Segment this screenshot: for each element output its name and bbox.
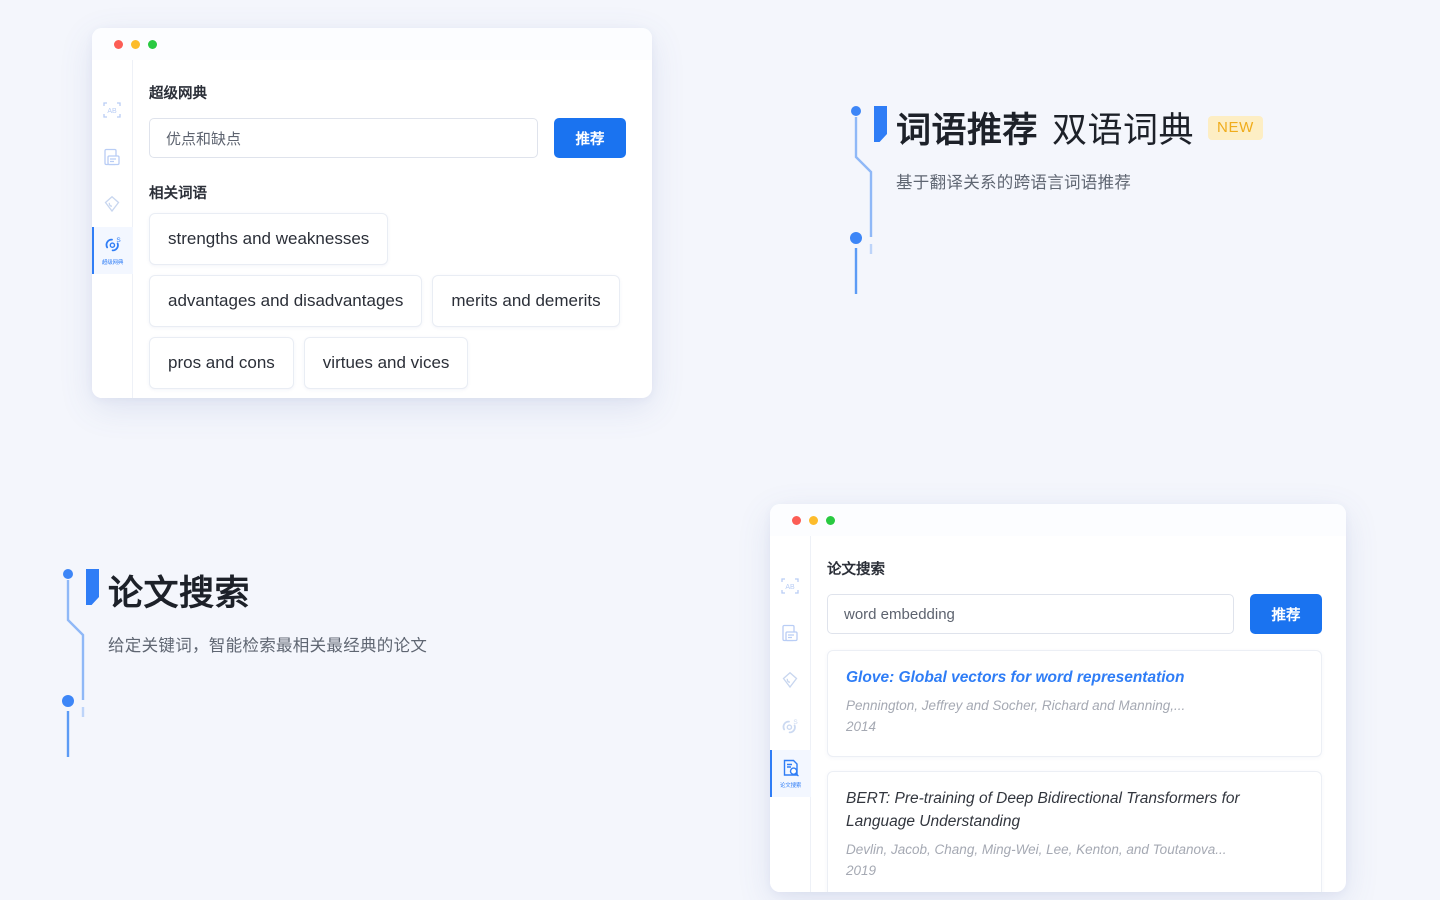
maximize-window-button[interactable] [148, 40, 157, 49]
dictionary-pane-title: 超级网典 [149, 82, 626, 103]
dictionary-headline: 词语推荐 双语词典 NEW 基于翻译关系的跨语言词语推荐 [848, 102, 1263, 193]
dictionary-title-secondary: 双语词典 [1052, 102, 1194, 153]
paper-sidebar: AB [770, 536, 811, 892]
paper-result-year: 2019 [846, 861, 1303, 882]
tag-diamond-icon [102, 194, 122, 214]
tag-diamond-icon [780, 670, 800, 690]
paper-headline: 论文搜索 给定关键词，智能检索最相关最经典的论文 [60, 565, 427, 656]
dictionary-headline-description: 基于翻译关系的跨语言词语推荐 [896, 169, 1263, 193]
paper-recommend-button[interactable]: 推荐 [1250, 594, 1322, 634]
word-recommend-button[interactable]: 推荐 [554, 118, 626, 158]
word-chip[interactable]: merits and demerits [432, 275, 619, 327]
paper-window: AB [770, 504, 1346, 892]
word-chip[interactable]: pros and cons [149, 337, 294, 389]
dictionary-search-row: 推荐 [149, 118, 626, 158]
sidebar-item-paper-search[interactable]: 论文搜索 [770, 750, 811, 797]
dictionary-pane: 超级网典 推荐 相关词语 strengths and weaknesses ad… [133, 60, 652, 398]
dictionary-title-main: 词语推荐 [896, 102, 1038, 153]
paper-headline-title: 论文搜索 [108, 565, 427, 616]
paper-result-title[interactable]: Glove: Global vectors for word represent… [846, 667, 1303, 689]
paper-title-main: 论文搜索 [108, 565, 250, 616]
svg-text:AB: AB [785, 584, 795, 591]
paper-result-item[interactable]: BERT: Pre-training of Deep Bidirectional… [827, 771, 1322, 892]
dictionary-headline-text: 词语推荐 双语词典 NEW 基于翻译关系的跨语言词语推荐 [848, 102, 1263, 193]
paper-result-authors: Devlin, Jacob, Chang, Ming-Wei, Lee, Ken… [846, 840, 1303, 861]
paper-search-input[interactable] [827, 594, 1234, 634]
super-dictionary-icon: S [780, 717, 800, 737]
paper-result-year: 2014 [846, 717, 1303, 738]
document-icon [780, 623, 800, 643]
document-icon [102, 147, 122, 167]
dictionary-window-titlebar [92, 28, 652, 60]
sidebar-item-super-dictionary[interactable]: S 超级网典 [92, 227, 133, 274]
ab-translate-icon: AB [780, 576, 800, 596]
paper-pane: 论文搜索 推荐 Glove: Global vectors for word r… [811, 536, 1346, 892]
related-words-heading: 相关词语 [149, 182, 626, 203]
minimize-window-button[interactable] [809, 516, 818, 525]
paper-result-title[interactable]: BERT: Pre-training of Deep Bidirectional… [846, 788, 1303, 833]
sidebar-item-document[interactable] [770, 609, 811, 656]
sidebar-item-super-dictionary-label: 超级网典 [102, 257, 123, 265]
sidebar-item-ab-translate[interactable]: AB [770, 562, 811, 609]
word-chip[interactable]: virtues and vices [304, 337, 469, 389]
paper-results-list: Glove: Global vectors for word represent… [827, 650, 1322, 892]
svg-text:AB: AB [107, 108, 117, 115]
paper-pane-title: 论文搜索 [827, 558, 1322, 579]
paper-search-row: 推荐 [827, 594, 1322, 634]
super-dictionary-icon: S [103, 235, 123, 255]
close-window-button[interactable] [114, 40, 123, 49]
sidebar-item-ab-translate[interactable]: AB [92, 86, 133, 133]
paper-result-item[interactable]: Glove: Global vectors for word represent… [827, 650, 1322, 757]
paper-headline-text: 论文搜索 给定关键词，智能检索最相关最经典的论文 [60, 565, 427, 656]
word-chip[interactable]: advantages and disadvantages [149, 275, 422, 327]
decorative-circuit-lines [848, 102, 894, 302]
sidebar-item-tag[interactable] [770, 656, 811, 703]
dictionary-sidebar: AB [92, 60, 133, 398]
dictionary-headline-title: 词语推荐 双语词典 NEW [896, 102, 1263, 153]
sidebar-item-paper-search-label: 论文搜索 [780, 780, 801, 788]
maximize-window-button[interactable] [826, 516, 835, 525]
word-search-input[interactable] [149, 118, 538, 158]
page-root: AB [0, 0, 1440, 900]
decorative-circuit-lines [60, 565, 106, 765]
sidebar-item-super-dictionary[interactable]: S [770, 703, 811, 750]
ab-translate-icon: AB [102, 100, 122, 120]
paper-result-authors: Pennington, Jeffrey and Socher, Richard … [846, 696, 1303, 717]
related-words-list: strengths and weaknesses advantages and … [149, 213, 626, 389]
new-badge: NEW [1208, 116, 1263, 140]
word-chip[interactable]: strengths and weaknesses [149, 213, 388, 265]
paper-headline-description: 给定关键词，智能检索最相关最经典的论文 [108, 632, 427, 656]
paper-search-icon [781, 758, 801, 778]
close-window-button[interactable] [792, 516, 801, 525]
sidebar-item-document[interactable] [92, 133, 133, 180]
minimize-window-button[interactable] [131, 40, 140, 49]
svg-text:S: S [116, 237, 121, 244]
sidebar-item-tag[interactable] [92, 180, 133, 227]
svg-text:S: S [793, 719, 798, 726]
paper-window-titlebar [770, 504, 1346, 536]
dictionary-window: AB [92, 28, 652, 398]
